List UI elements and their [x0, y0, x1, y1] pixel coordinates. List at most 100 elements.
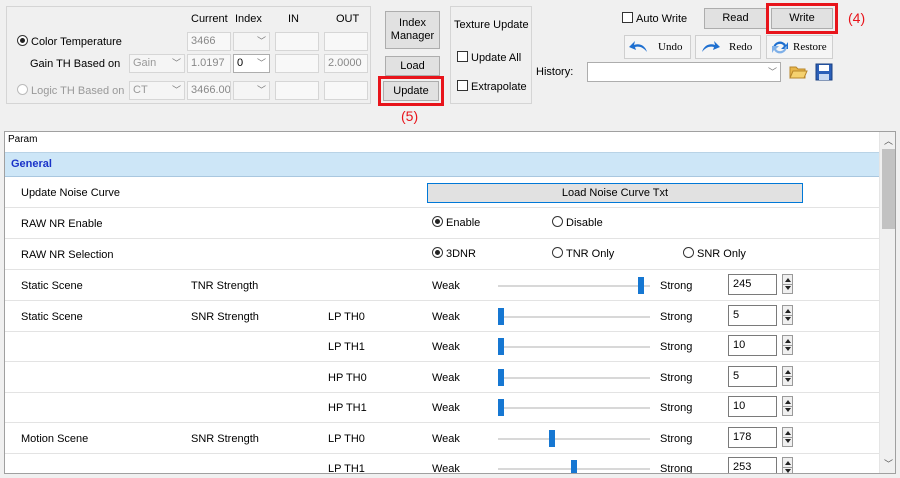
scroll-up-arrow[interactable]: ︿: [884, 134, 893, 147]
update-all-checkbox[interactable]: Update All: [457, 51, 521, 64]
value-spinbox[interactable]: 5: [728, 366, 777, 387]
row-raw-nr-enable: RAW NR Enable Enable Disable: [5, 209, 879, 239]
slider-thumb[interactable]: [571, 460, 577, 473]
logic-index-combo: ﹀: [233, 81, 270, 100]
write-annotation: (4): [848, 10, 866, 26]
slider-thumb[interactable]: [498, 399, 504, 416]
radio-snr-only[interactable]: SNR Only: [683, 247, 746, 260]
slider-thumb[interactable]: [549, 430, 555, 447]
row-sublabel: SNR Strength: [191, 311, 259, 323]
history-combo[interactable]: ﹀: [587, 62, 781, 82]
logic-th-radio[interactable]: Logic TH Based on: [17, 84, 124, 97]
value-spinbox[interactable]: 245: [728, 274, 777, 295]
save-icon: [815, 63, 833, 81]
undo-icon: [629, 41, 647, 52]
spin-arrows-icon[interactable]: [782, 274, 793, 294]
spin-arrows-icon[interactable]: [782, 366, 793, 386]
radio-indicator: [17, 84, 28, 95]
load-button[interactable]: Load: [385, 56, 440, 76]
gain-out-field: 2.0000: [324, 54, 368, 73]
checkbox-box: [457, 51, 468, 62]
slider-row: Motion Scene SNR Strength LP TH0 Weak Strong…: [5, 424, 879, 454]
param-panel: Param General Update Noise Curve Load No…: [4, 131, 896, 474]
scroll-down-arrow[interactable]: ﹀: [884, 457, 893, 470]
weak-label: Weak: [432, 311, 460, 323]
radio-indicator: [552, 216, 563, 227]
undo-button[interactable]: Undo: [624, 35, 691, 59]
gain-index-combo[interactable]: 0 ﹀: [233, 54, 270, 73]
value-spinbox[interactable]: 253: [728, 457, 777, 473]
row-sublabel: TNR Strength: [191, 280, 259, 292]
strong-label: Strong: [660, 372, 693, 384]
restore-button[interactable]: Restore: [766, 35, 833, 59]
section-general[interactable]: General: [5, 152, 879, 177]
gain-in-field: [275, 54, 319, 73]
slider-row: Static Scene SNR Strength LP TH0 Weak Strong…: [5, 302, 879, 332]
slider-track[interactable]: [498, 285, 650, 287]
chevron-down-icon: ﹀: [256, 85, 266, 95]
strong-label: Strong: [660, 463, 693, 474]
radio-indicator: [552, 247, 563, 258]
color-temperature-radio[interactable]: Color Temperature: [17, 35, 122, 48]
value-spinbox[interactable]: 10: [728, 396, 777, 417]
chevron-down-icon: ﹀: [256, 58, 266, 68]
weak-label: Weak: [432, 372, 460, 384]
raw-nr-enable-radio[interactable]: Enable: [432, 216, 480, 229]
weak-label: Weak: [432, 341, 460, 353]
slider-thumb[interactable]: [498, 338, 504, 355]
slider-track[interactable]: [498, 377, 650, 379]
weak-label: Weak: [432, 402, 460, 414]
value-spinbox[interactable]: 178: [728, 427, 777, 448]
row-param: LP TH0: [328, 311, 365, 323]
index-manager-button[interactable]: Index Manager: [385, 11, 440, 49]
row-raw-nr-selection: RAW NR Selection 3DNR TNR Only SNR Only: [5, 240, 879, 270]
spin-arrows-icon[interactable]: [782, 457, 793, 473]
logic-in-field: [275, 81, 319, 100]
logic-th-combo-value: CT: [133, 84, 148, 96]
slider-track[interactable]: [498, 438, 650, 440]
value-spinbox[interactable]: 10: [728, 335, 777, 356]
save-button[interactable]: [814, 62, 834, 82]
read-button[interactable]: Read: [704, 8, 767, 29]
radio-tnr-only[interactable]: TNR Only: [552, 247, 614, 260]
auto-write-checkbox[interactable]: Auto Write: [622, 12, 687, 25]
gain-current-field: 1.0197: [187, 54, 231, 73]
spin-arrows-icon[interactable]: [782, 335, 793, 355]
redo-label: Redo: [729, 41, 753, 53]
header-current: Current: [191, 13, 228, 25]
spin-arrows-icon[interactable]: [782, 305, 793, 325]
slider-track[interactable]: [498, 316, 650, 318]
slider-thumb[interactable]: [638, 277, 644, 294]
slider-thumb[interactable]: [498, 369, 504, 386]
radio-3dnr[interactable]: 3DNR: [432, 247, 476, 260]
vertical-scrollbar[interactable]: ︿ ﹀: [879, 132, 895, 473]
header-in: IN: [288, 13, 299, 25]
redo-button[interactable]: Redo: [695, 35, 761, 59]
scroll-thumb[interactable]: [882, 149, 895, 229]
update-highlight: [378, 76, 444, 106]
spin-arrows-icon[interactable]: [782, 427, 793, 447]
slider-track[interactable]: [498, 346, 650, 348]
param-header: Param: [8, 134, 38, 145]
raw-nr-selection-opt1: 3DNR: [446, 248, 476, 260]
slider-track[interactable]: [498, 407, 650, 409]
logic-current-field: 3466.00: [187, 81, 231, 100]
update-all-label: Update All: [471, 52, 522, 64]
row-label: Static Scene: [21, 311, 83, 323]
gain-th-label: Gain TH Based on: [30, 58, 121, 70]
spin-arrows-icon[interactable]: [782, 396, 793, 416]
extrapolate-checkbox[interactable]: Extrapolate: [457, 80, 527, 93]
raw-nr-disable-radio[interactable]: Disable: [552, 216, 603, 229]
row-param: LP TH0: [328, 433, 365, 445]
update-annotation: (5): [401, 108, 419, 124]
redo-icon: [702, 41, 720, 52]
restore-icon: [772, 41, 788, 54]
weak-label: Weak: [432, 463, 460, 474]
row-param: HP TH1: [328, 402, 367, 414]
open-folder-button[interactable]: [788, 62, 808, 82]
slider-row: LP TH1 Weak Strong 253: [5, 454, 879, 474]
slider-thumb[interactable]: [498, 308, 504, 325]
logic-th-combo: CT ﹀: [129, 81, 185, 100]
value-spinbox[interactable]: 5: [728, 305, 777, 326]
load-noise-curve-button[interactable]: Load Noise Curve Txt: [427, 183, 803, 203]
